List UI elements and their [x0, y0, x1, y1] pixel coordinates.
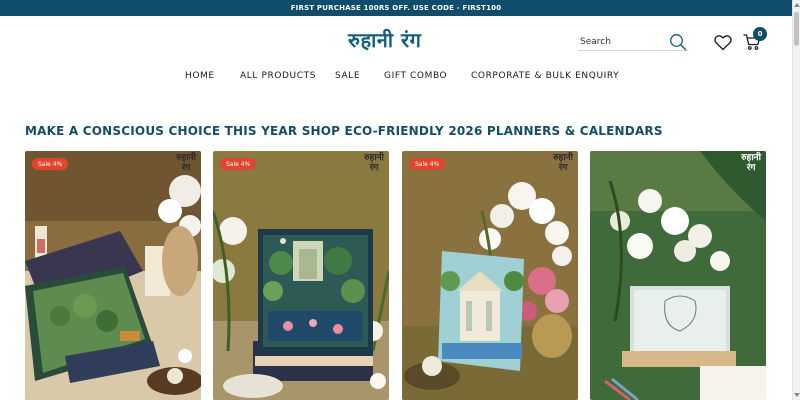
search-input[interactable]: [580, 34, 665, 50]
page-scrollbar[interactable]: [792, 0, 800, 400]
nav-item-all-products[interactable]: ALL PRODUCTS: [240, 71, 316, 81]
card-logo: रुहानी रंग: [553, 153, 573, 173]
product-card-2[interactable]: Sale 4% रुहानी रंग: [213, 151, 389, 400]
cart-count-badge: 0: [753, 27, 767, 41]
product-card-1[interactable]: Sale 4% रुहानी रंग: [25, 151, 201, 400]
sale-badge: Sale 4%: [409, 158, 446, 170]
sale-badge: Sale 4%: [220, 158, 257, 170]
product-card-3[interactable]: Sale 4% रुहानी रंग: [402, 151, 578, 400]
nav-item-sale[interactable]: SALE: [335, 71, 360, 81]
card-logo: रुहानी रंग: [176, 153, 196, 173]
nav-item-corporate-bulk-enquiry[interactable]: CORPORATE & BULK ENQUIRY: [471, 71, 619, 81]
scrollbar-thumb[interactable]: [794, 12, 799, 46]
card-logo: रुहानी रंग: [741, 153, 761, 173]
wishlist-heart-icon[interactable]: [714, 34, 732, 51]
scroll-down-arrow-icon[interactable]: [794, 393, 800, 397]
product-image-1[interactable]: [25, 151, 201, 400]
card-logo: रुहानी रंग: [364, 153, 384, 173]
nav-item-home[interactable]: HOME: [185, 71, 215, 81]
section-headline: MAKE A CONSCIOUS CHOICE THIS YEAR SHOP E…: [25, 124, 663, 138]
product-card-4[interactable]: रुहानी रंग: [590, 151, 766, 400]
scroll-up-arrow-icon[interactable]: [794, 3, 800, 7]
sale-badge: Sale 4%: [32, 158, 69, 170]
product-image-3[interactable]: [402, 151, 578, 400]
product-image-2[interactable]: [213, 151, 389, 400]
nav-item-gift-combo[interactable]: GIFT COMBO: [384, 71, 447, 81]
search-icon[interactable]: [669, 33, 687, 51]
product-image-4[interactable]: [590, 151, 766, 400]
main-nav: HOME ALL PRODUCTS SALE GIFT COMBO CORPOR…: [0, 71, 792, 85]
search-box[interactable]: [578, 33, 688, 51]
announcement-bar: FIRST PURCHASE 100RS OFF. USE CODE - FIR…: [0, 0, 792, 16]
site-logo[interactable]: रुहानी रंग: [348, 26, 421, 54]
